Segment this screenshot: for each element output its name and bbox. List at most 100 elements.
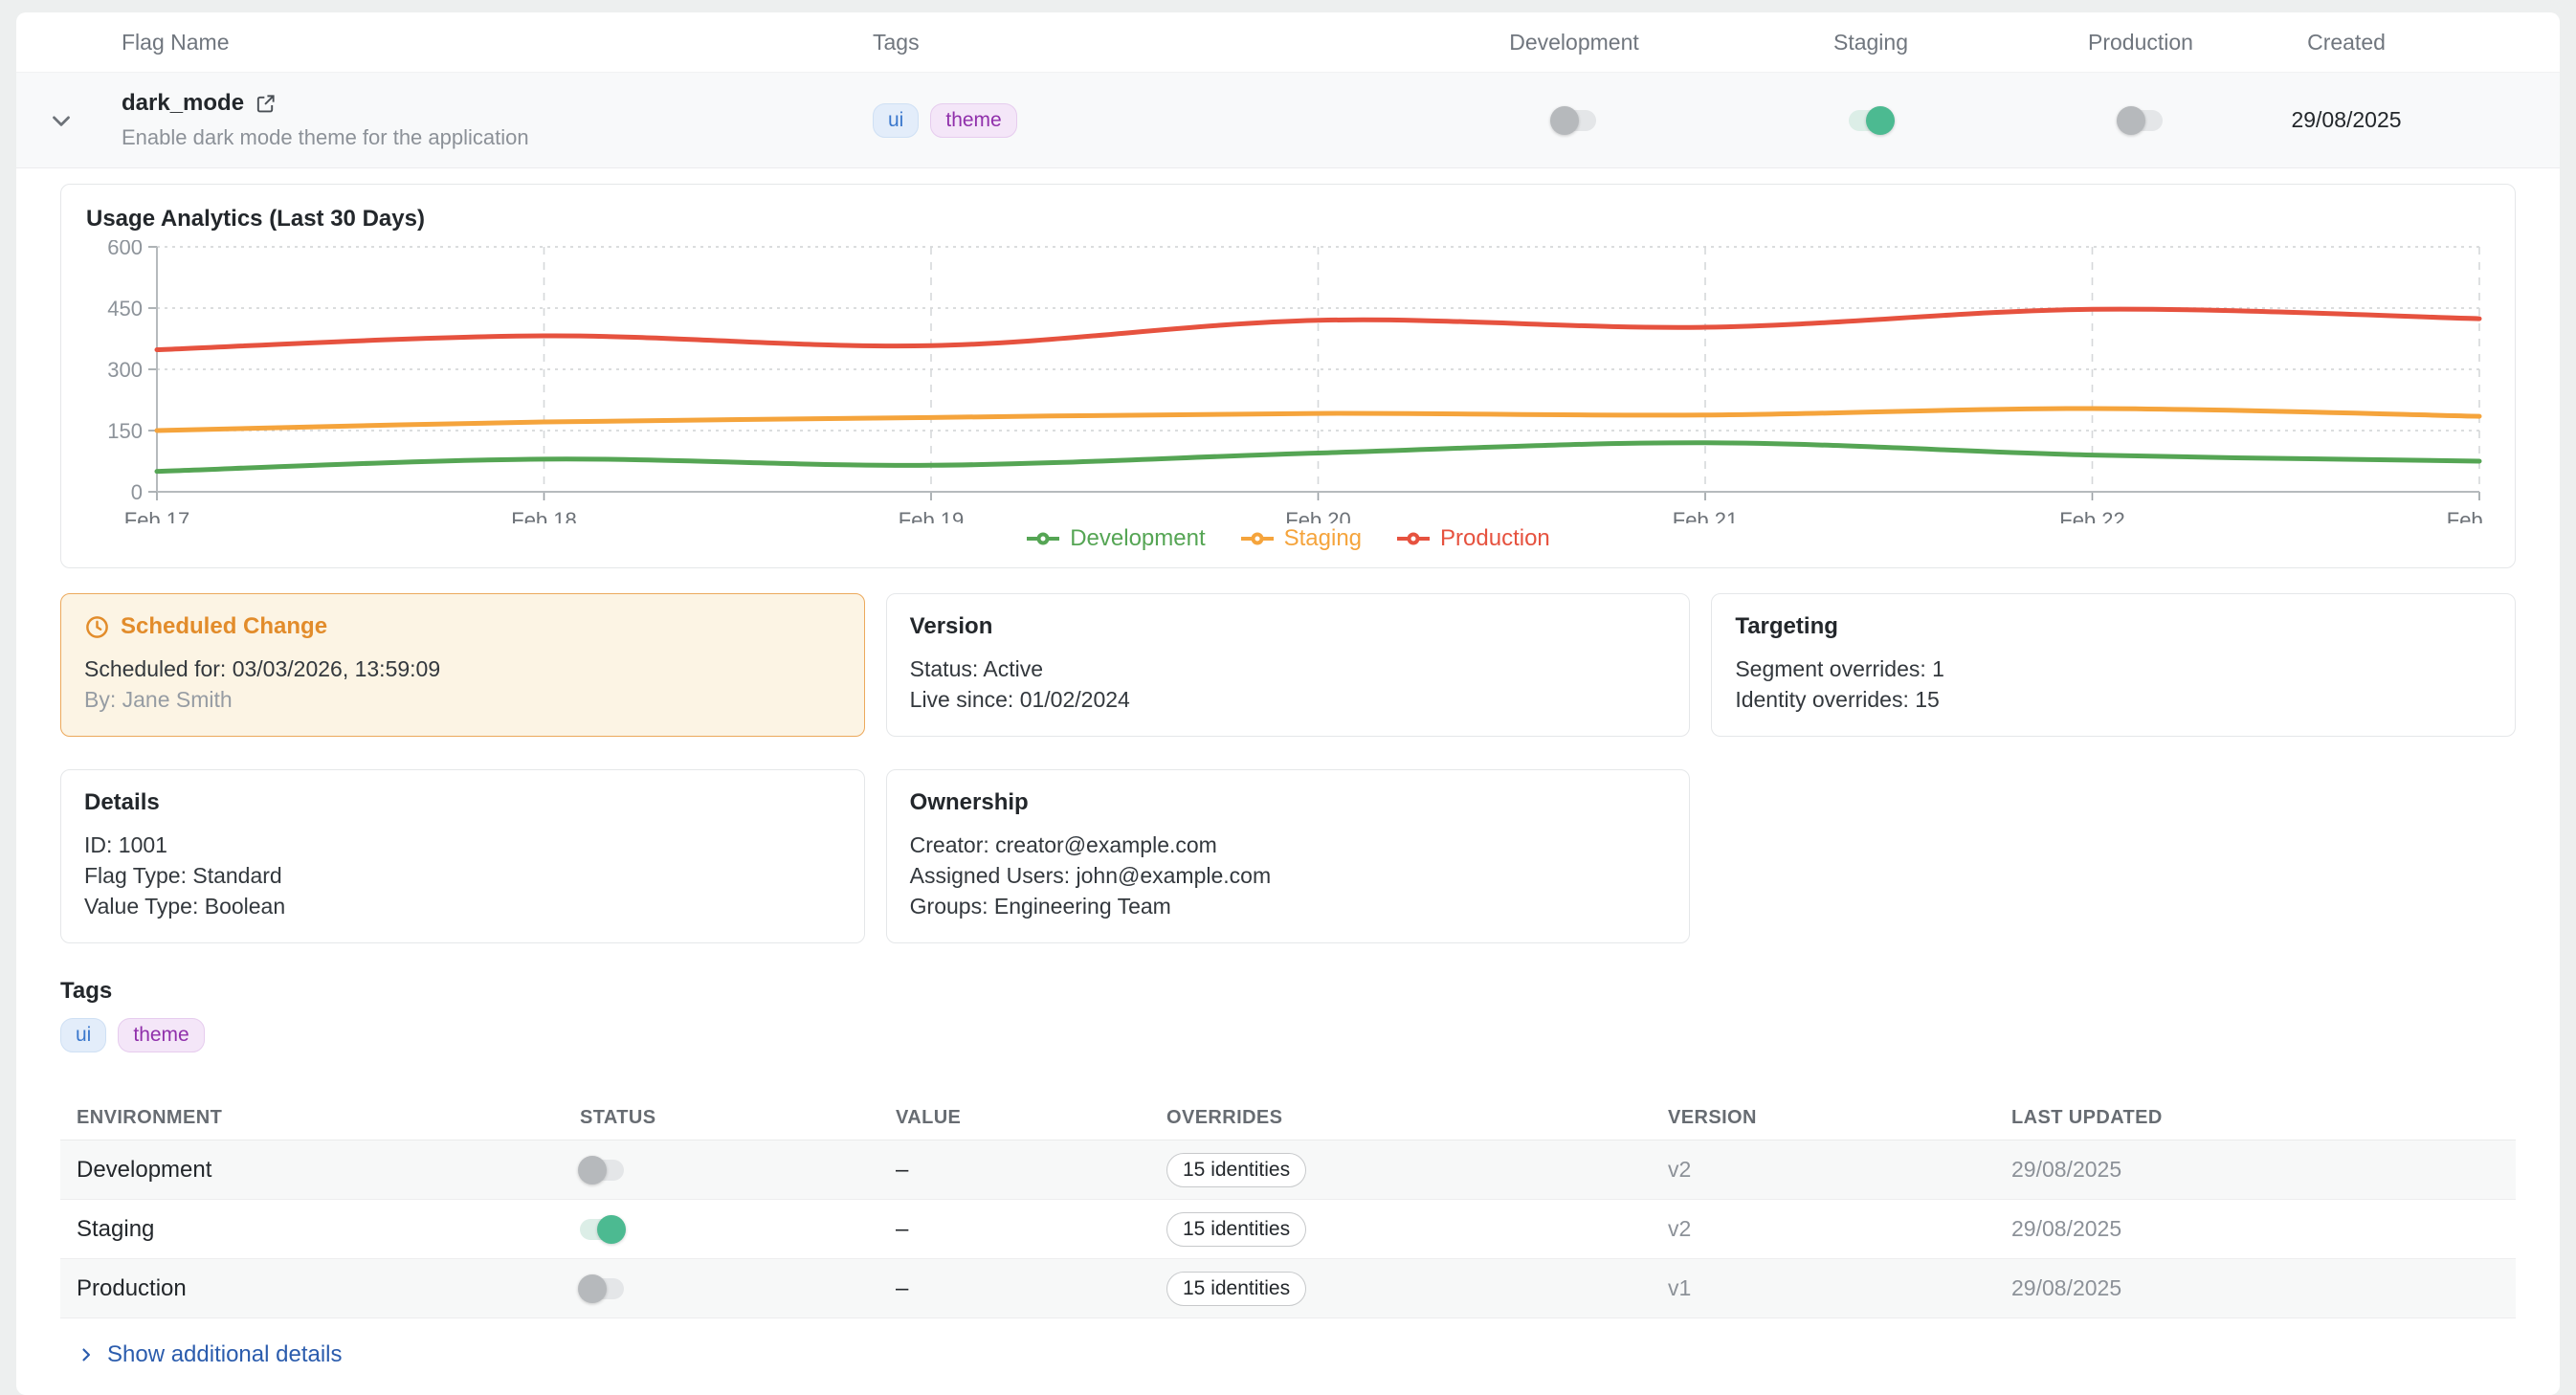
col-header-status: STATUS xyxy=(580,1107,896,1129)
svg-text:Feb 20: Feb 20 xyxy=(1285,508,1351,523)
svg-text:Feb 21: Feb 21 xyxy=(1673,508,1739,523)
svg-text:Feb 18: Feb 18 xyxy=(511,508,577,523)
environment-value: – xyxy=(896,1275,1166,1302)
scheduled-change-card: Scheduled Change Scheduled for: 03/03/20… xyxy=(60,593,865,737)
svg-text:150: 150 xyxy=(107,419,143,443)
chevron-right-icon xyxy=(77,1345,96,1364)
flag-tag-ui[interactable]: ui xyxy=(873,103,919,138)
environment-version: v2 xyxy=(1668,1216,2011,1242)
svg-text:Feb 17: Feb 17 xyxy=(124,508,190,523)
staging-status-toggle[interactable] xyxy=(580,1219,624,1240)
legend-marker-icon xyxy=(1240,530,1275,547)
flag-row[interactable]: dark_mode Enable dark mode theme for the… xyxy=(16,72,2560,168)
legend-item-production[interactable]: Production xyxy=(1396,525,1550,552)
usage-analytics-card: Usage Analytics (Last 30 Days) 015030045… xyxy=(60,184,2516,568)
ownership-title: Ownership xyxy=(910,789,1667,816)
environment-version: v2 xyxy=(1668,1157,2011,1183)
toggle-knob xyxy=(2117,106,2145,135)
flag-id: ID: 1001 xyxy=(84,830,841,860)
environment-last-updated: 29/08/2025 xyxy=(2011,1157,2516,1183)
show-additional-details-label: Show additional details xyxy=(107,1341,343,1368)
toggle-knob xyxy=(1550,106,1579,135)
empty-grid-cell xyxy=(1711,769,2516,943)
legend-item-staging[interactable]: Staging xyxy=(1240,525,1362,552)
col-header-staging: Staging xyxy=(1833,30,1908,55)
flag-detail-panel: Usage Analytics (Last 30 Days) 015030045… xyxy=(16,168,2560,1368)
environment-last-updated: 29/08/2025 xyxy=(2011,1216,2516,1242)
scheduled-by: By: Jane Smith xyxy=(84,684,841,715)
value-type: Value Type: Boolean xyxy=(84,891,841,921)
toggle-knob xyxy=(1866,106,1895,135)
col-header-last-updated: LAST UPDATED xyxy=(2011,1107,2516,1129)
development-status-toggle[interactable] xyxy=(580,1160,624,1181)
svg-text:0: 0 xyxy=(131,480,143,504)
production-status-toggle[interactable] xyxy=(580,1278,624,1299)
overrides-badge[interactable]: 15 identities xyxy=(1166,1153,1306,1187)
col-header-environment: ENVIRONMENT xyxy=(77,1107,580,1129)
scheduled-for: Scheduled for: 03/03/2026, 13:59:09 xyxy=(84,653,841,684)
svg-text:300: 300 xyxy=(107,358,143,382)
svg-text:Feb 22: Feb 22 xyxy=(2059,508,2125,523)
flag-panel: Flag Name Tags Development Staging Produ… xyxy=(16,12,2560,1395)
environment-version: v1 xyxy=(1668,1275,2011,1301)
legend-marker-icon xyxy=(1026,530,1060,547)
col-header-flag-name: Flag Name xyxy=(105,30,873,55)
col-header-production: Production xyxy=(2088,30,2193,55)
environment-last-updated: 29/08/2025 xyxy=(2011,1275,2516,1301)
col-header-version: VERSION xyxy=(1668,1107,2011,1129)
tags-section: Tags ui theme xyxy=(60,978,2516,1052)
flag-type: Flag Type: Standard xyxy=(84,860,841,891)
table-row-production: Production – 15 identities v1 29/08/2025 xyxy=(60,1259,2516,1318)
environments-table: ENVIRONMENT STATUS VALUE OVERRIDES VERSI… xyxy=(60,1096,2516,1318)
details-card: Details ID: 1001 Flag Type: Standard Val… xyxy=(60,769,865,943)
svg-text:600: 600 xyxy=(107,240,143,259)
targeting-card: Targeting Segment overrides: 1 Identity … xyxy=(1711,593,2516,737)
environment-value: – xyxy=(896,1216,1166,1243)
expand-chevron[interactable] xyxy=(16,106,105,135)
external-link-icon[interactable] xyxy=(255,93,277,115)
table-row-staging: Staging – 15 identities v2 29/08/2025 xyxy=(60,1200,2516,1259)
col-header-tags: Tags xyxy=(873,30,1431,55)
info-cards-grid: Scheduled Change Scheduled for: 03/03/20… xyxy=(60,593,2516,943)
col-header-created: Created xyxy=(2307,30,2386,55)
flag-table-header: Flag Name Tags Development Staging Produ… xyxy=(16,12,2560,72)
production-toggle[interactable] xyxy=(2119,110,2163,131)
flag-name: dark_mode xyxy=(122,90,244,117)
toggle-knob xyxy=(578,1156,607,1185)
legend-marker-icon xyxy=(1396,530,1431,547)
legend-item-development[interactable]: Development xyxy=(1026,525,1205,552)
svg-text:Feb 23: Feb 23 xyxy=(2447,508,2490,523)
col-header-overrides: OVERRIDES xyxy=(1166,1107,1668,1129)
creator: Creator: creator@example.com xyxy=(910,830,1667,860)
table-row-development: Development – 15 identities v2 29/08/202… xyxy=(60,1140,2516,1200)
development-toggle[interactable] xyxy=(1552,110,1596,131)
version-title: Version xyxy=(910,613,1667,640)
toggle-knob xyxy=(578,1274,607,1303)
tag-ui[interactable]: ui xyxy=(60,1018,106,1052)
usage-chart-svg: 0150300450600Feb 17Feb 18Feb 19Feb 20Feb… xyxy=(86,240,2490,523)
overrides-badge[interactable]: 15 identities xyxy=(1166,1212,1306,1247)
flag-description: Enable dark mode theme for the applicati… xyxy=(122,125,873,150)
created-date: 29/08/2025 xyxy=(2291,107,2401,133)
staging-toggle[interactable] xyxy=(1849,110,1893,131)
chart-legend: Development Staging Production xyxy=(86,525,2490,552)
version-card: Version Status: Active Live since: 01/02… xyxy=(886,593,1691,737)
flag-tag-theme[interactable]: theme xyxy=(930,103,1016,138)
details-title: Details xyxy=(84,789,841,816)
clock-icon xyxy=(84,614,110,640)
environments-table-header: ENVIRONMENT STATUS VALUE OVERRIDES VERSI… xyxy=(60,1096,2516,1140)
tag-theme[interactable]: theme xyxy=(118,1018,204,1052)
show-additional-details-link[interactable]: Show additional details xyxy=(60,1341,343,1368)
segment-overrides: Segment overrides: 1 xyxy=(1735,653,2492,684)
tags-section-title: Tags xyxy=(60,978,2516,1005)
scheduled-change-title: Scheduled Change xyxy=(121,613,327,640)
ownership-card: Ownership Creator: creator@example.com A… xyxy=(886,769,1691,943)
version-status: Status: Active xyxy=(910,653,1667,684)
chevron-down-icon xyxy=(47,106,76,135)
svg-text:Feb 19: Feb 19 xyxy=(899,508,965,523)
overrides-badge[interactable]: 15 identities xyxy=(1166,1272,1306,1306)
environment-name: Production xyxy=(77,1275,580,1302)
version-live-since: Live since: 01/02/2024 xyxy=(910,684,1667,715)
environment-name: Development xyxy=(77,1157,580,1184)
environment-name: Staging xyxy=(77,1216,580,1243)
